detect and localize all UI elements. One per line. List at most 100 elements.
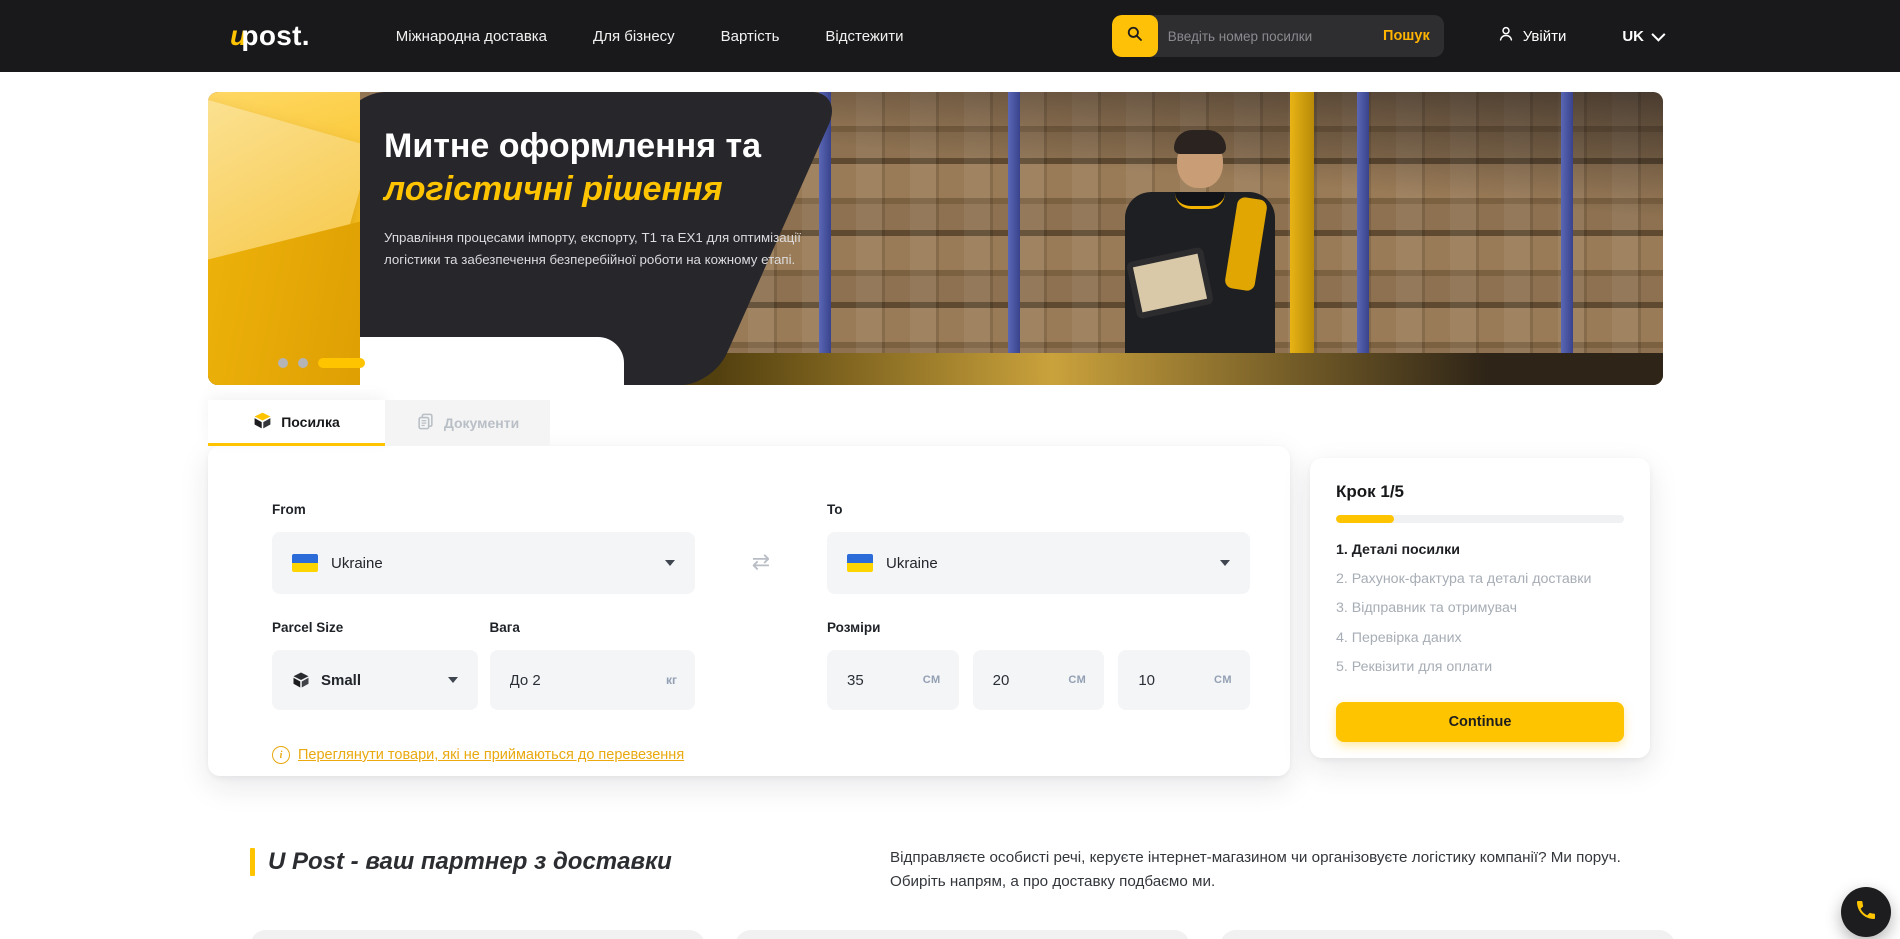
- dimension-height-input[interactable]: [1136, 671, 1206, 690]
- hero-title-line1: Митне оформлення та: [384, 125, 854, 168]
- tab-documents[interactable]: Документи: [385, 400, 550, 446]
- worker-head: [1177, 136, 1223, 188]
- section-heading: U Post - ваш партнер з доставки: [250, 848, 672, 876]
- accent-bar: [250, 848, 255, 876]
- dimension-unit: СМ: [1214, 674, 1232, 686]
- hero-title-line2: логістичні рішення: [384, 168, 854, 211]
- ukraine-flag-icon: [847, 554, 873, 572]
- tab-parcel[interactable]: Посилка: [208, 400, 385, 446]
- weight-unit: кг: [666, 673, 677, 687]
- document-icon: [416, 412, 435, 434]
- parcel-size-label: Parcel Size: [272, 620, 478, 635]
- swap-directions-icon[interactable]: ⇄: [752, 549, 770, 575]
- phone-icon: [1854, 898, 1878, 927]
- continue-button[interactable]: Continue: [1336, 702, 1624, 742]
- tab-parcel-label: Посилка: [281, 414, 340, 430]
- caret-down-icon: [1220, 560, 1230, 566]
- hero-envelope-art: [208, 92, 360, 385]
- dimension-unit: СМ: [923, 674, 941, 686]
- swap-column: ⇄: [695, 502, 827, 594]
- page: upost. Міжнародна доставка Для бізнесу В…: [0, 0, 1900, 939]
- tracking-search-bar: Пошук: [1112, 15, 1444, 57]
- tracking-number-input[interactable]: [1158, 29, 1383, 44]
- info-icon: i: [272, 746, 290, 764]
- to-label: To: [827, 502, 1250, 517]
- restricted-items-link[interactable]: i Переглянути товари, які не приймаються…: [272, 746, 1250, 764]
- search-icon: [1125, 24, 1145, 49]
- step-item-4: 4. Перевірка даних: [1336, 629, 1624, 648]
- step-item-5: 5. Реквізити для оплати: [1336, 658, 1624, 677]
- step-item-2: 2. Рахунок-фактура та деталі доставки: [1336, 570, 1624, 589]
- hero-banner: Митне оформлення та логістичні рішення У…: [208, 92, 1663, 385]
- to-country-select[interactable]: Ukraine: [827, 532, 1250, 594]
- weight-label: Вага: [490, 620, 696, 635]
- dimension-length-input[interactable]: [845, 671, 915, 690]
- dimension-height-box: СМ: [1118, 650, 1250, 710]
- progress-track: [1336, 515, 1624, 523]
- weight-input[interactable]: [508, 671, 658, 690]
- login-button[interactable]: Увійти: [1496, 24, 1567, 48]
- tab-documents-label: Документи: [444, 415, 519, 431]
- wizard-steps-card: Крок 1/5 1. Деталі посилки 2. Рахунок-фа…: [1310, 458, 1650, 758]
- progress-fill: [1336, 515, 1394, 523]
- logo[interactable]: upost.: [230, 20, 310, 52]
- section-description: Відправляєте особисті речі, керуєте інте…: [890, 846, 1668, 893]
- size-weight-group: Parcel Size Small Вага кг: [272, 620, 695, 710]
- photo-shelf-post: [1561, 92, 1573, 385]
- parcel-box-icon: [292, 671, 310, 689]
- caret-down-icon: [448, 677, 458, 683]
- hero-subtitle: Управління процесами імпорту, експорту, …: [384, 227, 802, 271]
- parcel-form-card: From Ukraine ⇄ To Ukraine: [208, 446, 1290, 776]
- weight-input-box: кг: [490, 650, 696, 710]
- from-label: From: [272, 502, 695, 517]
- dimension-width-box: СМ: [973, 650, 1105, 710]
- field-parcel-size: Parcel Size Small: [272, 620, 478, 710]
- field-weight: Вага кг: [490, 620, 696, 710]
- nav-international-delivery[interactable]: Міжнародна доставка: [396, 28, 547, 45]
- card-stub: [1220, 930, 1675, 939]
- card-stub: [250, 930, 705, 939]
- step-item-1: 1. Деталі посилки: [1336, 541, 1624, 560]
- card-stub: [735, 930, 1190, 939]
- dimension-length-box: СМ: [827, 650, 959, 710]
- step-counter: Крок 1/5: [1336, 482, 1624, 502]
- photo-shelf-post: [1008, 92, 1020, 385]
- nav-for-business[interactable]: Для бізнесу: [593, 28, 675, 45]
- photo-shelf-post: [1357, 92, 1369, 385]
- hero-text: Митне оформлення та логістичні рішення У…: [384, 125, 854, 271]
- chevron-down-icon: [1651, 28, 1665, 42]
- carousel-dot[interactable]: [298, 358, 308, 368]
- to-country-value: Ukraine: [886, 555, 938, 572]
- warehouse-worker: [1125, 136, 1315, 367]
- hero-bottom-notch: [360, 337, 624, 385]
- steps-list: 1. Деталі посилки 2. Рахунок-фактура та …: [1336, 541, 1624, 677]
- parcel-size-select[interactable]: Small: [272, 650, 478, 710]
- nav-track[interactable]: Відстежити: [825, 28, 903, 45]
- shipment-type-tabs: Посилка Документи: [208, 400, 550, 446]
- language-selector[interactable]: UK: [1622, 28, 1662, 45]
- from-country-select[interactable]: Ukraine: [272, 532, 695, 594]
- step-item-3: 3. Відправник та отримувач: [1336, 599, 1624, 618]
- app-header: upost. Міжнародна доставка Для бізнесу В…: [0, 0, 1900, 72]
- main-nav: Міжнародна доставка Для бізнесу Вартість…: [396, 28, 904, 45]
- carousel-dots: [278, 358, 365, 368]
- field-from: From Ukraine: [272, 502, 695, 594]
- dimension-unit: СМ: [1068, 674, 1086, 686]
- bottom-cards-row: [250, 930, 1675, 939]
- carousel-dot-active[interactable]: [318, 358, 365, 368]
- search-button[interactable]: [1112, 15, 1158, 57]
- search-submit-label[interactable]: Пошук: [1383, 28, 1444, 44]
- field-dimensions: Розміри СМ СМ СМ: [827, 620, 1250, 710]
- dimensions-label: Розміри: [827, 620, 1250, 635]
- dimension-width-input[interactable]: [991, 671, 1061, 690]
- nav-pricing[interactable]: Вартість: [721, 28, 780, 45]
- section-title: U Post - ваш партнер з доставки: [268, 848, 672, 876]
- carousel-dot[interactable]: [278, 358, 288, 368]
- parcel-size-value: Small: [321, 672, 361, 689]
- language-label: UK: [1622, 28, 1644, 45]
- package-icon: [253, 411, 272, 433]
- ukraine-flag-icon: [292, 554, 318, 572]
- field-to: To Ukraine: [827, 502, 1250, 594]
- user-icon: [1496, 24, 1516, 48]
- support-phone-fab[interactable]: [1841, 887, 1891, 937]
